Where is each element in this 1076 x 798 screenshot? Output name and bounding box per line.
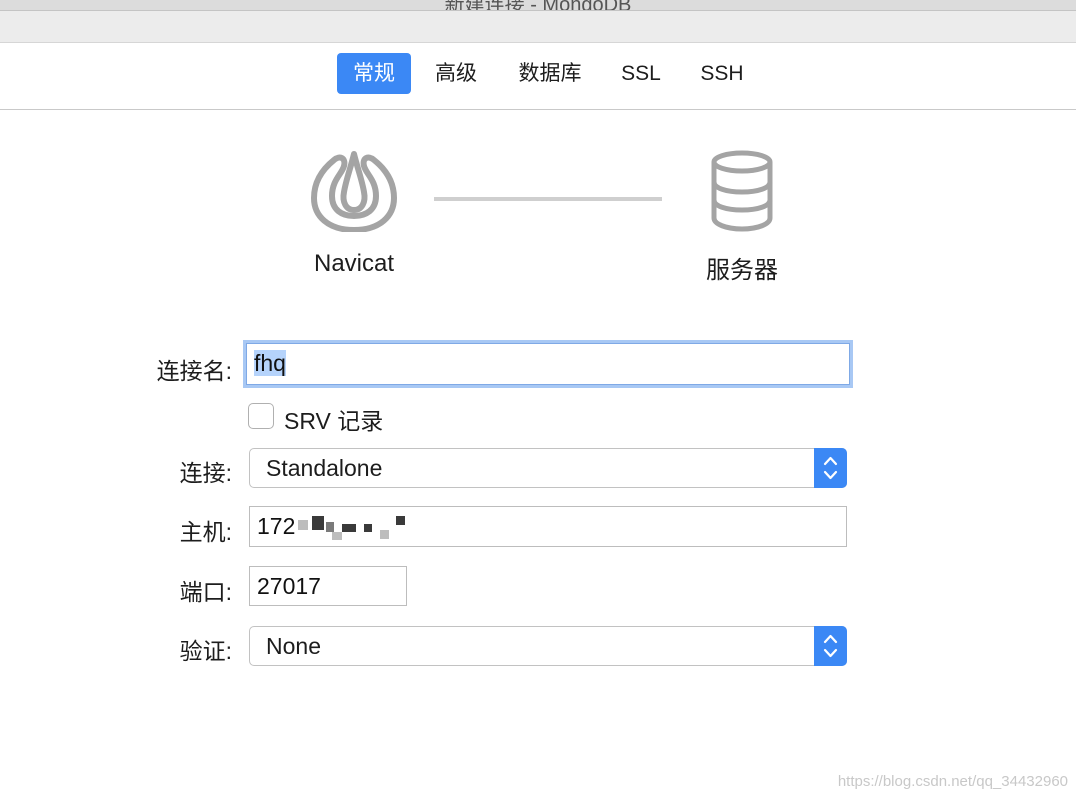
tab-general[interactable]: 常规 — [337, 53, 411, 94]
auth-stepper[interactable] — [814, 626, 847, 666]
port-label: 端口: — [179, 579, 232, 605]
port-input[interactable]: 27017 — [249, 566, 407, 606]
connection-name-label: 连接名: — [156, 358, 232, 384]
tab-ssh[interactable]: SSH — [690, 53, 754, 94]
redaction-mask — [326, 522, 334, 532]
srv-record-checkbox[interactable] — [248, 403, 274, 429]
connector-line — [434, 197, 662, 201]
up-down-chevron-icon — [823, 456, 838, 480]
auth-select[interactable]: None — [249, 626, 847, 666]
tab-ssl[interactable]: SSL — [611, 53, 671, 94]
tab-bar: 常规 高级 数据库 SSL SSH — [0, 43, 1076, 110]
srv-record-label: SRV 记录 — [284, 408, 384, 434]
connection-name-input[interactable]: fhq — [246, 343, 850, 385]
connection-type-label: 连接: — [179, 460, 232, 486]
redaction-mask — [364, 524, 372, 532]
host-value: 172 — [257, 513, 296, 539]
connection-name-value: fhq — [254, 350, 286, 376]
tab-advanced[interactable]: 高级 — [422, 53, 490, 94]
host-input[interactable]: 172 — [249, 506, 847, 547]
connection-type-value: Standalone — [266, 455, 383, 481]
redaction-mask — [342, 524, 356, 532]
connection-diagram: Navicat 服务器 — [0, 110, 1076, 310]
window-toolbar — [0, 11, 1076, 43]
redaction-mask — [380, 530, 389, 539]
redaction-mask — [312, 516, 324, 530]
up-down-chevron-icon — [823, 634, 838, 658]
navicat-label: Navicat — [313, 250, 395, 277]
watermark: https://blog.csdn.net/qq_34432960 — [837, 773, 1068, 790]
redaction-mask — [332, 532, 342, 540]
window-title: 新建连接 - MongoDB — [444, 0, 632, 11]
redaction-mask — [396, 516, 405, 525]
window-titlebar: 新建连接 - MongoDB — [0, 0, 1076, 11]
navicat-logo-icon — [311, 151, 397, 232]
connection-type-stepper[interactable] — [814, 448, 847, 488]
tab-database[interactable]: 数据库 — [506, 53, 594, 94]
redaction-mask — [298, 520, 308, 530]
server-label: 服务器 — [706, 257, 778, 284]
auth-value: None — [266, 633, 321, 659]
host-label: 主机: — [179, 519, 232, 545]
database-icon — [711, 150, 773, 232]
port-value: 27017 — [257, 573, 321, 599]
auth-label: 验证: — [179, 638, 232, 664]
connection-type-select[interactable]: Standalone — [249, 448, 847, 488]
